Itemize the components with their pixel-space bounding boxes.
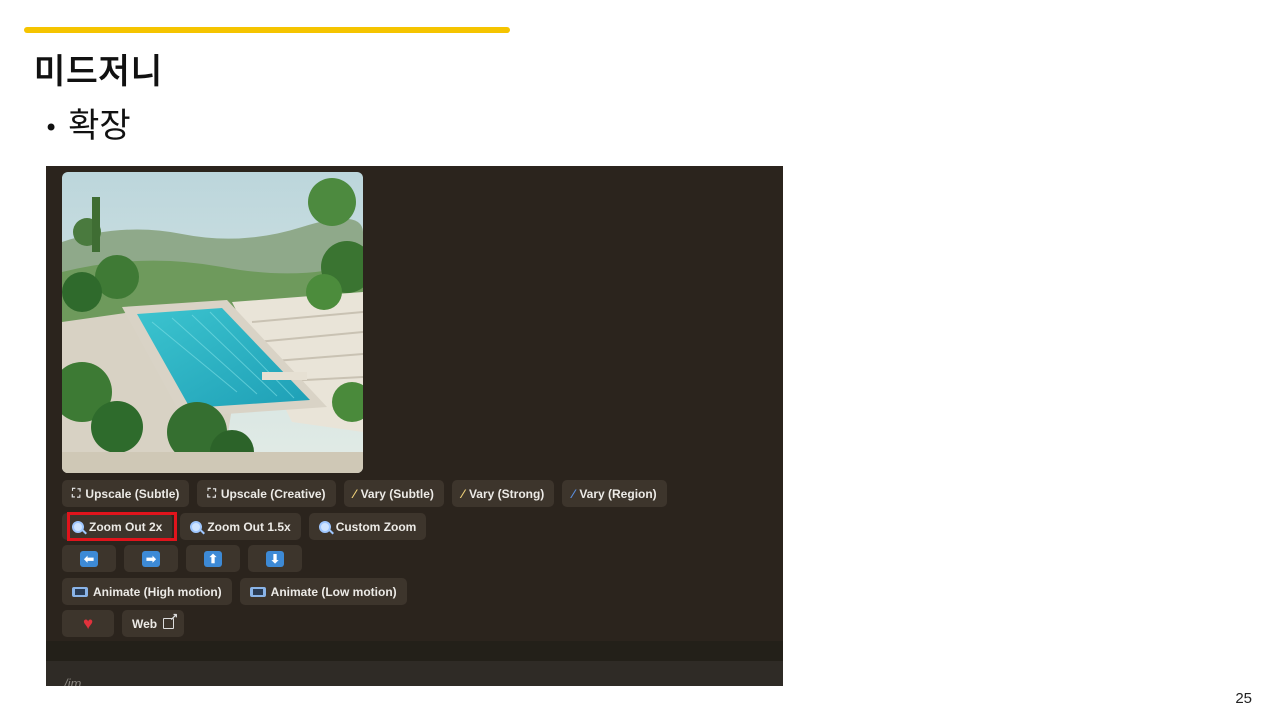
expand-icon: ⛶ [207, 486, 216, 500]
animate-row: Animate (High motion) Animate (Low motio… [62, 578, 407, 605]
animate-high-motion-button[interactable]: Animate (High motion) [62, 578, 232, 605]
page-number: 25 [1235, 690, 1252, 707]
pan-row: ⬅ ➡ ⬆ ⬇ [62, 545, 302, 572]
magic-wand-icon: ⁄ [461, 486, 464, 501]
arrow-left-icon: ⬅ [80, 550, 98, 567]
vary-subtle-button[interactable]: ⁄ Vary (Subtle) [343, 480, 444, 507]
animate-low-motion-button[interactable]: Animate (Low motion) [239, 578, 407, 605]
vary-region-button[interactable]: ⁄ Vary (Region) [562, 480, 667, 507]
generated-image[interactable] [62, 172, 363, 473]
bullet-item: • 확장 [44, 98, 131, 147]
discord-screenshot: ⛶ Upscale (Subtle) ⛶ Upscale (Creative) ⁄ V… [46, 166, 783, 686]
film-icon [72, 586, 88, 597]
message-divider [46, 641, 783, 661]
upscale-creative-button[interactable]: ⛶ Upscale (Creative) [197, 480, 336, 507]
pan-right-button[interactable]: ➡ [124, 545, 178, 572]
bullet-text: 확장 [68, 106, 131, 146]
magnifier-icon [72, 520, 84, 533]
paintbrush-icon: ⁄ [572, 486, 575, 501]
upscale-subtle-button[interactable]: ⛶ Upscale (Subtle) [62, 480, 190, 507]
heart-icon: ♥ [82, 613, 94, 633]
magic-wand-icon: ⁄ [353, 486, 356, 501]
custom-zoom-button[interactable]: Custom Zoom [308, 513, 427, 540]
zoom-row: Zoom Out 2x Zoom Out 1.5x Custom Zoom [62, 513, 427, 540]
pan-down-button[interactable]: ⬇ [248, 545, 302, 572]
pan-up-button[interactable]: ⬆ [186, 545, 240, 572]
message-input[interactable] [46, 661, 783, 686]
vary-strong-button[interactable]: ⁄ Vary (Strong) [451, 480, 555, 507]
pool-illustration [62, 172, 363, 473]
arrow-down-icon: ⬇ [266, 550, 284, 567]
external-link-icon [163, 612, 178, 629]
accent-bar [24, 27, 510, 33]
magnifier-icon [190, 520, 203, 533]
bullet-dot: • [44, 113, 59, 142]
arrow-right-icon: ➡ [142, 550, 160, 567]
message-input-text: /im [64, 676, 82, 686]
magnifier-icon [318, 520, 331, 533]
web-button[interactable]: Web [122, 610, 185, 637]
zoom-out-1-5x-button[interactable]: Zoom Out 1.5x [180, 513, 301, 540]
film-icon [249, 586, 266, 597]
pan-left-button[interactable]: ⬅ [62, 545, 116, 572]
slide-title: 미드저니 [34, 52, 164, 92]
zoom-out-2x-button[interactable]: Zoom Out 2x [62, 513, 173, 540]
upscale-vary-row: ⛶ Upscale (Subtle) ⛶ Upscale (Creative) ⁄ V… [62, 480, 667, 507]
expand-icon: ⛶ [72, 486, 81, 500]
action-row: ♥ Web [62, 610, 185, 637]
arrow-up-icon: ⬆ [204, 550, 222, 567]
favorite-button[interactable]: ♥ [62, 610, 114, 637]
